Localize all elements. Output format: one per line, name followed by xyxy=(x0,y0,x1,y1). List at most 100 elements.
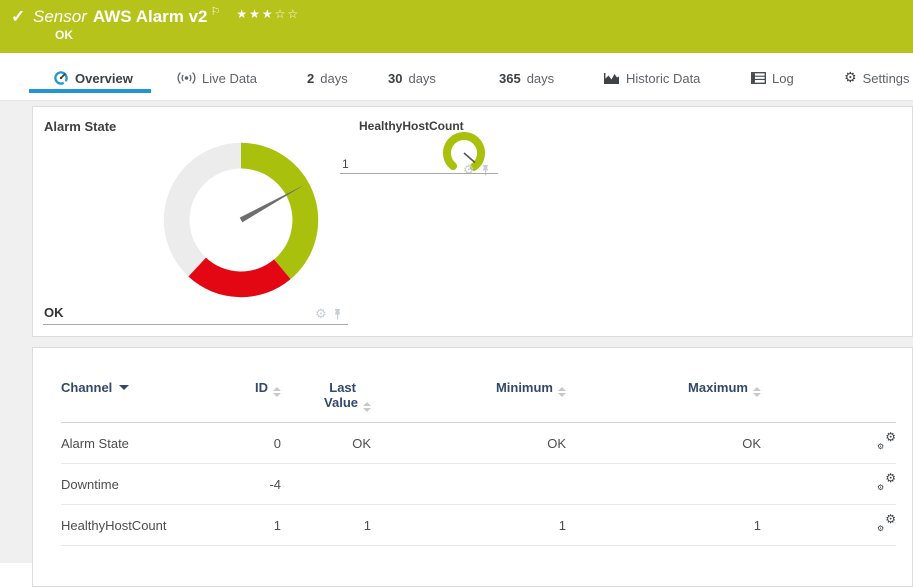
minimum-cell: OK xyxy=(371,423,566,464)
id-cell: -4 xyxy=(231,464,281,505)
gauge-gear-icon[interactable]: ⚙ xyxy=(463,164,475,177)
tab-2-days-label: days xyxy=(320,71,347,86)
alarm-state-gauge xyxy=(160,139,322,301)
live-data-icon xyxy=(177,71,196,85)
tab-settings[interactable]: ⚙ Settings xyxy=(844,66,910,90)
column-header-maximum-label: Maximum xyxy=(688,380,748,395)
gauge-segment-alarm xyxy=(188,258,290,298)
tab-2-days-number: 2 xyxy=(307,71,314,86)
tab-historic-data-label: Historic Data xyxy=(626,71,700,86)
pin-icon[interactable] xyxy=(480,164,491,177)
gauge-icon xyxy=(53,70,69,86)
settings-gear-icon: ⚙ xyxy=(844,71,857,85)
gauge-segment-nodata xyxy=(164,143,241,277)
sort-icon xyxy=(363,402,371,412)
pin-icon[interactable] xyxy=(332,308,343,321)
tab-365-days-label: days xyxy=(527,71,554,86)
gear-icon: ⚙ xyxy=(877,525,884,533)
gauge-underline xyxy=(43,324,348,325)
alarm-gauge-actions: ⚙ xyxy=(315,308,343,321)
sensor-title-line: Sensor AWS Alarm v2⚐ ★★★☆☆ xyxy=(33,5,300,27)
column-header-id[interactable]: ID xyxy=(231,372,281,423)
minimum-cell: 1 xyxy=(371,505,566,546)
gauge-segment-ok xyxy=(241,143,318,279)
gauges-panel: Alarm State OK ⚙ HealthyHostCount 1 ⚙ xyxy=(32,106,913,337)
column-header-channel-label: Channel xyxy=(61,380,112,395)
tab-365-days-number: 365 xyxy=(499,71,521,86)
flag-icon[interactable]: ⚐ xyxy=(211,5,221,18)
gear-icon: ⚙ xyxy=(885,513,896,525)
sensor-name: AWS Alarm v2 xyxy=(93,7,208,26)
tab-30-days-number: 30 xyxy=(388,71,402,86)
column-header-value-label: Value xyxy=(324,395,358,410)
gear-icon: ⚙ xyxy=(885,472,896,484)
column-header-channel[interactable]: Channel xyxy=(61,372,231,423)
tab-bar: Overview Live Data 2 days 30 days 365 da… xyxy=(0,53,913,100)
sort-icon xyxy=(558,387,566,397)
channel-settings-gears-icon[interactable]: ⚙⚙ xyxy=(877,433,896,451)
last-value-cell: OK xyxy=(281,423,371,464)
gauge-gear-icon[interactable]: ⚙ xyxy=(315,308,327,321)
mini-gauge-needle xyxy=(464,153,475,163)
column-header-id-label: ID xyxy=(255,380,268,395)
alarm-state-gauge-title: Alarm State xyxy=(44,119,116,134)
channel-name-cell[interactable]: Alarm State xyxy=(61,423,231,464)
stars-filled: ★★★ xyxy=(236,7,274,21)
status-ok-check-icon: ✓ xyxy=(11,7,25,27)
sort-icon xyxy=(273,387,281,397)
channel-table-header-row: Channel ID Last Value Minimum Maximum xyxy=(61,372,896,423)
tab-30-days[interactable]: 30 days xyxy=(388,66,436,90)
last-value-cell xyxy=(281,464,371,505)
column-header-minimum-label: Minimum xyxy=(496,380,553,395)
tab-365-days[interactable]: 365 days xyxy=(499,66,554,90)
stars-empty: ☆☆ xyxy=(275,7,301,21)
content-area: Alarm State OK ⚙ HealthyHostCount 1 ⚙ xyxy=(0,100,913,563)
tab-live-data-label: Live Data xyxy=(202,71,257,86)
minimum-cell xyxy=(371,464,566,505)
channel-name-cell[interactable]: Downtime xyxy=(61,464,231,505)
channel-table: Channel ID Last Value Minimum Maximum xyxy=(61,372,896,546)
gear-icon: ⚙ xyxy=(877,443,884,451)
alarm-state-gauge-value: OK xyxy=(44,305,64,320)
column-header-maximum[interactable]: Maximum xyxy=(566,372,761,423)
tab-live-data[interactable]: Live Data xyxy=(177,66,257,90)
priority-stars[interactable]: ★★★☆☆ xyxy=(236,7,300,21)
sensor-titlebar: ✓ Sensor AWS Alarm v2⚐ ★★★☆☆ OK xyxy=(0,0,913,53)
tab-log-label: Log xyxy=(772,71,794,86)
id-cell: 1 xyxy=(231,505,281,546)
tab-settings-label: Settings xyxy=(863,71,910,86)
maximum-cell xyxy=(566,464,761,505)
sensor-status-text: OK xyxy=(55,28,73,42)
table-row: Alarm State 0 OK OK OK ⚙⚙ xyxy=(61,423,896,464)
healthy-gauge-actions: ⚙ xyxy=(463,164,491,177)
active-tab-underline xyxy=(29,89,151,93)
tab-2-days[interactable]: 2 days xyxy=(307,66,348,90)
id-cell: 0 xyxy=(231,423,281,464)
gear-icon: ⚙ xyxy=(885,431,896,443)
log-icon xyxy=(751,72,766,84)
gear-icon: ⚙ xyxy=(877,484,884,492)
column-header-last-label: Last xyxy=(281,380,356,395)
historic-data-icon xyxy=(604,72,620,85)
last-value-cell: 1 xyxy=(281,505,371,546)
healthy-host-gauge-value: 1 xyxy=(342,157,349,171)
maximum-cell: OK xyxy=(566,423,761,464)
maximum-cell: 1 xyxy=(566,505,761,546)
column-header-settings xyxy=(761,372,896,423)
table-row: HealthyHostCount 1 1 1 1 ⚙⚙ xyxy=(61,505,896,546)
mini-gauge-underline xyxy=(340,173,498,174)
tab-overview[interactable]: Overview xyxy=(53,66,133,90)
sensor-type-label: Sensor xyxy=(33,7,87,26)
tab-30-days-label: days xyxy=(408,71,435,86)
channel-settings-gears-icon[interactable]: ⚙⚙ xyxy=(877,474,896,492)
channel-settings-gears-icon[interactable]: ⚙⚙ xyxy=(877,515,896,533)
channel-table-panel: Channel ID Last Value Minimum Maximum xyxy=(32,347,913,587)
tab-log[interactable]: Log xyxy=(751,66,794,90)
tab-historic-data[interactable]: Historic Data xyxy=(604,66,700,90)
column-header-last-value[interactable]: Last Value xyxy=(281,372,371,423)
sort-icon xyxy=(753,387,761,397)
column-header-minimum[interactable]: Minimum xyxy=(371,372,566,423)
table-row: Downtime -4 ⚙⚙ xyxy=(61,464,896,505)
channel-name-cell[interactable]: HealthyHostCount xyxy=(61,505,231,546)
sort-desc-icon xyxy=(119,385,129,390)
